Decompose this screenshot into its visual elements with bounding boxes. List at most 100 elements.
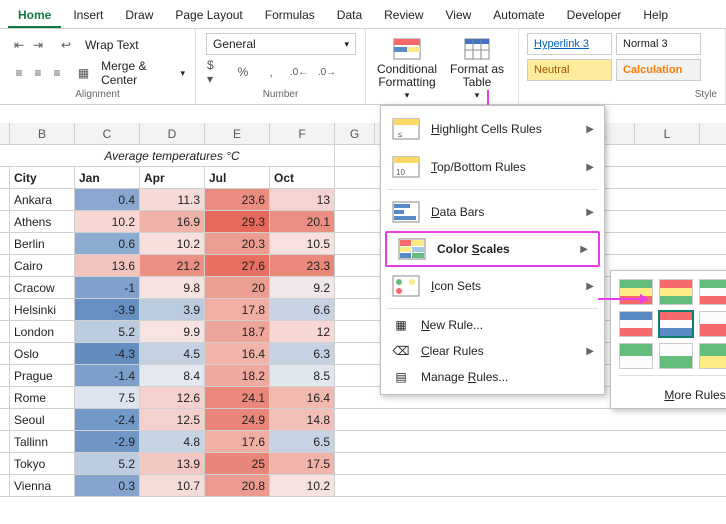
data-cell[interactable]: 5.2 [75, 453, 140, 474]
data-cell[interactable]: 16.4 [270, 387, 335, 408]
data-cell[interactable]: 6.6 [270, 299, 335, 320]
data-cell[interactable]: 27.6 [205, 255, 270, 276]
color-scale-preset[interactable] [659, 311, 693, 337]
color-scale-preset[interactable] [659, 279, 693, 305]
menu-color-scales[interactable]: Color Scales ▶ [385, 231, 600, 267]
data-cell[interactable]: 14.8 [270, 409, 335, 430]
city-cell[interactable]: Tallinn [10, 431, 75, 452]
align-left-icon[interactable]: ≡ [10, 64, 28, 82]
city-cell[interactable]: Ankara [10, 189, 75, 210]
tab-formulas[interactable]: Formulas [255, 4, 325, 28]
data-cell[interactable]: 4.5 [140, 343, 205, 364]
color-scale-preset[interactable] [699, 311, 726, 337]
data-cell[interactable]: 10.5 [270, 233, 335, 254]
city-cell[interactable]: Oslo [10, 343, 75, 364]
col-header[interactable]: L [635, 123, 700, 144]
merge-icon[interactable]: ▦ [76, 64, 91, 82]
style-hyperlink[interactable]: Hyperlink 3 [527, 33, 612, 55]
data-cell[interactable]: 0.3 [75, 475, 140, 496]
data-cell[interactable]: 20.8 [205, 475, 270, 496]
data-cell[interactable]: 0.4 [75, 189, 140, 210]
data-cell[interactable]: -2.4 [75, 409, 140, 430]
col-header[interactable]: E [205, 123, 270, 144]
data-cell[interactable]: 12.6 [140, 387, 205, 408]
wrap-text-label[interactable]: Wrap Text [85, 38, 139, 52]
increase-decimal-icon[interactable]: .0← [290, 63, 308, 81]
format-as-table-button[interactable]: Format as Table ▾ [442, 33, 512, 101]
city-cell[interactable]: Prague [10, 365, 75, 386]
data-cell[interactable]: 6.3 [270, 343, 335, 364]
color-scale-preset[interactable] [659, 343, 693, 369]
align-right-icon[interactable]: ≡ [48, 64, 66, 82]
menu-manage-rules[interactable]: ▤ Manage Rules... [381, 364, 604, 390]
data-cell[interactable]: 8.4 [140, 365, 205, 386]
data-cell[interactable]: 24.1 [205, 387, 270, 408]
style-calculation[interactable]: Calculation [616, 59, 701, 81]
data-cell[interactable]: 0.6 [75, 233, 140, 254]
style-normal[interactable]: Normal 3 [616, 33, 701, 55]
data-cell[interactable]: 29.3 [205, 211, 270, 232]
col-header[interactable]: C [75, 123, 140, 144]
data-cell[interactable]: 16.9 [140, 211, 205, 232]
data-cell[interactable]: 18.7 [205, 321, 270, 342]
data-cell[interactable]: 6.5 [270, 431, 335, 452]
menu-data-bars[interactable]: Data Bars ▶ [381, 193, 604, 231]
data-cell[interactable]: 10.2 [140, 233, 205, 254]
tab-draw[interactable]: Draw [115, 4, 163, 28]
tab-help[interactable]: Help [633, 4, 678, 28]
data-cell[interactable]: 23.6 [205, 189, 270, 210]
city-cell[interactable]: Berlin [10, 233, 75, 254]
data-cell[interactable]: 20.1 [270, 211, 335, 232]
conditional-formatting-button[interactable]: Conditional Formatting ▾ [372, 33, 442, 101]
data-cell[interactable]: 9.8 [140, 277, 205, 298]
data-cell[interactable]: 10.2 [75, 211, 140, 232]
tab-automate[interactable]: Automate [483, 4, 554, 28]
tab-developer[interactable]: Developer [557, 4, 632, 28]
data-cell[interactable]: 11.3 [140, 189, 205, 210]
data-cell[interactable]: 12 [270, 321, 335, 342]
col-header[interactable]: G [335, 123, 375, 144]
data-cell[interactable]: 3.9 [140, 299, 205, 320]
data-cell[interactable]: 17.8 [205, 299, 270, 320]
menu-clear-rules[interactable]: ⌫ Clear Rules ▶ [381, 338, 604, 364]
tab-data[interactable]: Data [327, 4, 372, 28]
style-neutral[interactable]: Neutral [527, 59, 612, 81]
tab-insert[interactable]: Insert [63, 4, 113, 28]
menu-top-bottom[interactable]: 10 Top/Bottom Rules ▶ [381, 148, 604, 186]
city-cell[interactable]: Helsinki [10, 299, 75, 320]
city-cell[interactable]: Cracow [10, 277, 75, 298]
menu-highlight-cells[interactable]: ≤ Highlight Cells Rules ▶ [381, 110, 604, 148]
data-cell[interactable]: -3.9 [75, 299, 140, 320]
data-cell[interactable]: 25 [205, 453, 270, 474]
color-scale-preset[interactable] [699, 343, 726, 369]
col-header[interactable]: B [10, 123, 75, 144]
indent-increase-icon[interactable]: ⇥ [29, 36, 47, 54]
wrap-text-icon[interactable]: ↩ [57, 36, 75, 54]
tab-view[interactable]: View [436, 4, 482, 28]
menu-new-rule[interactable]: ▦ New Rule... [381, 312, 604, 338]
city-cell[interactable]: Cairo [10, 255, 75, 276]
number-format-dropdown[interactable]: General ▾ [206, 33, 356, 55]
city-cell[interactable]: Seoul [10, 409, 75, 430]
currency-icon[interactable]: $ ▾ [206, 63, 224, 81]
more-rules-button[interactable]: More Rules... [619, 382, 726, 404]
tab-home[interactable]: Home [8, 4, 61, 28]
data-cell[interactable]: 5.2 [75, 321, 140, 342]
align-center-icon[interactable]: ≡ [29, 64, 47, 82]
merge-center-label[interactable]: Merge & Center [101, 59, 170, 87]
data-cell[interactable]: -1 [75, 277, 140, 298]
data-cell[interactable]: 24.9 [205, 409, 270, 430]
col-header[interactable]: D [140, 123, 205, 144]
data-cell[interactable]: -1.4 [75, 365, 140, 386]
data-cell[interactable]: 10.7 [140, 475, 205, 496]
color-scale-preset[interactable] [619, 343, 653, 369]
data-cell[interactable]: 7.5 [75, 387, 140, 408]
percent-icon[interactable]: % [234, 63, 252, 81]
city-cell[interactable]: London [10, 321, 75, 342]
data-cell[interactable]: 12.5 [140, 409, 205, 430]
color-scale-preset[interactable] [619, 311, 653, 337]
city-cell[interactable]: Rome [10, 387, 75, 408]
data-cell[interactable]: 13.6 [75, 255, 140, 276]
data-cell[interactable]: 18.2 [205, 365, 270, 386]
data-cell[interactable]: 17.6 [205, 431, 270, 452]
